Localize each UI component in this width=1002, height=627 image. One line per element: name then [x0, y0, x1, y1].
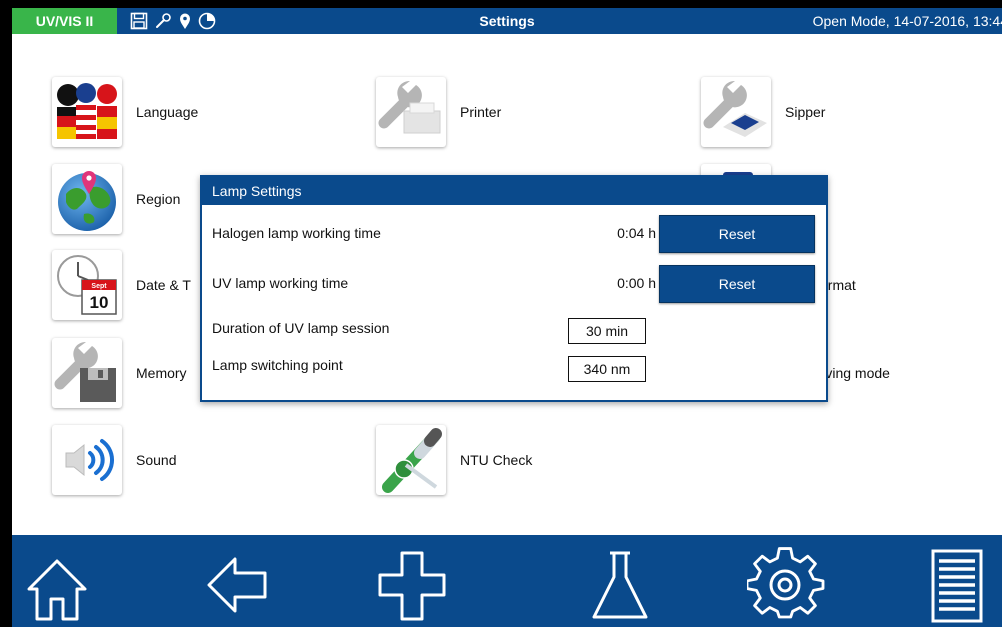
- wrench-icon: [154, 12, 172, 30]
- status-text: Open Mode, 14-07-2016, 13:44: [812, 13, 1002, 29]
- memory-wrench-icon: [52, 338, 122, 408]
- tile-label: Memory: [136, 365, 187, 381]
- halogen-label: Halogen lamp working time: [212, 225, 381, 241]
- mode-tag: UV/VIS II: [12, 8, 117, 34]
- back-button[interactable]: [192, 543, 282, 627]
- tile-label: Language: [136, 104, 199, 120]
- tile-label: Date & T: [136, 277, 191, 293]
- tile-label: Region: [136, 191, 181, 207]
- uv-session-row: Duration of UV lamp session 30 min: [202, 312, 826, 352]
- ntu-check-icon: [376, 425, 446, 495]
- measure-button[interactable]: [575, 543, 665, 627]
- home-button[interactable]: [12, 543, 102, 627]
- tile-memory[interactable]: Memory: [52, 336, 187, 410]
- home-icon: [27, 559, 87, 621]
- settings-button[interactable]: [742, 543, 832, 627]
- tile-sound[interactable]: Sound: [52, 423, 176, 497]
- halogen-row: Halogen lamp working time 0:04 h Reset: [202, 213, 826, 253]
- uv-session-label: Duration of UV lamp session: [212, 320, 390, 336]
- reset-uv-button[interactable]: Reset: [659, 265, 815, 303]
- uv-label: UV lamp working time: [212, 275, 349, 291]
- back-arrow-icon: [207, 557, 267, 613]
- globe-icon: [52, 164, 122, 234]
- printer-wrench-icon: [376, 77, 446, 147]
- calendar-month: Sept: [91, 283, 107, 290]
- status-icons: [130, 8, 216, 34]
- calendar-day: 10: [90, 293, 109, 312]
- switching-point-field[interactable]: 340 nm: [568, 356, 646, 382]
- screen: UV/VIS II Settings Open Mode, 14-07-2016…: [12, 8, 1002, 627]
- menu-button[interactable]: [912, 543, 1002, 627]
- tile-label: Printer: [460, 104, 502, 120]
- bottom-nav-bar: [12, 535, 1002, 627]
- tile-label: NTU Check: [460, 452, 533, 468]
- tile-region[interactable]: Region: [52, 162, 180, 236]
- tile-ntu-check[interactable]: NTU Check: [376, 423, 532, 497]
- calendar-clock-icon: Sept 10: [52, 250, 122, 320]
- uv-row: UV lamp working time 0:00 h Reset: [202, 263, 826, 303]
- tile-label: Sound: [136, 452, 177, 468]
- halogen-value: 0:04 h: [617, 225, 656, 241]
- top-bar: UV/VIS II Settings Open Mode, 14-07-2016…: [12, 8, 1002, 34]
- tile-printer[interactable]: Printer: [376, 75, 501, 149]
- device-frame: UV/VIS II Settings Open Mode, 14-07-2016…: [0, 0, 1002, 627]
- lamp-settings-dialog: Lamp Settings Halogen lamp working time …: [200, 175, 828, 402]
- location-pin-icon: [178, 12, 192, 30]
- gear-icon: [747, 547, 825, 619]
- tile-date-time[interactable]: Sept 10 Date & T: [52, 248, 191, 322]
- tile-sipper[interactable]: Sipper: [701, 75, 825, 149]
- save-icon: [130, 12, 148, 30]
- language-flags-icon: [52, 77, 122, 147]
- clock-icon: [198, 12, 216, 30]
- add-button[interactable]: [367, 543, 457, 627]
- dialog-title: Lamp Settings: [202, 177, 826, 205]
- switching-point-row: Lamp switching point 340 nm: [202, 350, 826, 390]
- tile-label: Sipper: [785, 104, 826, 120]
- flask-icon: [592, 551, 648, 619]
- uv-value: 0:00 h: [617, 275, 656, 291]
- tile-language[interactable]: Language: [52, 75, 198, 149]
- reset-halogen-button[interactable]: Reset: [659, 215, 815, 253]
- switching-point-label: Lamp switching point: [212, 357, 343, 373]
- uv-session-field[interactable]: 30 min: [568, 318, 646, 344]
- sipper-wrench-icon: [701, 77, 771, 147]
- speaker-icon: [52, 425, 122, 495]
- menu-list-icon: [931, 549, 983, 623]
- plus-icon: [378, 551, 446, 621]
